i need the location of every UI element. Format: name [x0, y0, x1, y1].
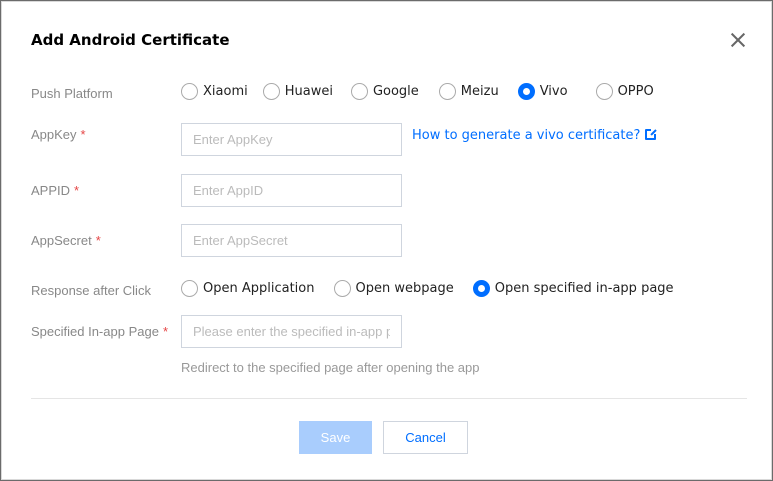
radio-open-application[interactable]: Open Application — [181, 280, 315, 297]
radio-label: Meizu — [460, 84, 499, 99]
radio-circle-icon — [262, 83, 280, 100]
appsecret-label-text: AppSecret — [31, 233, 92, 248]
radio-checked-icon — [472, 280, 490, 297]
response-after-click-label: Response after Click — [31, 283, 151, 298]
radio-open-specified-in-app-page[interactable]: Open specified in-app page — [472, 280, 674, 297]
radio-label: Open specified in-app page — [494, 281, 674, 296]
appsecret-label: AppSecret * — [31, 233, 101, 248]
radio-label: Google — [372, 84, 419, 99]
radio-xiaomi[interactable]: Xiaomi — [181, 83, 248, 100]
in-app-page-hint: Redirect to the specified page after ope… — [181, 360, 480, 375]
radio-circle-icon — [595, 83, 613, 100]
radio-google[interactable]: Google — [350, 83, 419, 100]
dialog-title: Add Android Certificate — [31, 31, 230, 49]
radio-open-webpage[interactable]: Open webpage — [333, 280, 454, 297]
radio-label: Vivo — [539, 84, 568, 99]
radio-circle-icon — [333, 280, 351, 297]
response-radio-group: Open Application Open webpage Open speci… — [181, 280, 688, 297]
vivo-certificate-help-link[interactable]: How to generate a vivo certificate? — [412, 128, 658, 143]
help-link-text: How to generate a vivo certificate? — [412, 128, 641, 143]
in-app-page-label: Specified In-app Page * — [31, 324, 168, 339]
required-mark: * — [95, 233, 101, 248]
radio-label: Xiaomi — [203, 84, 248, 99]
in-app-page-input[interactable] — [181, 315, 402, 348]
radio-circle-icon — [350, 83, 368, 100]
appkey-label-text: AppKey — [31, 127, 77, 142]
appsecret-input[interactable] — [181, 224, 402, 257]
radio-label: OPPO — [617, 84, 654, 99]
close-icon[interactable] — [728, 30, 748, 50]
footer-divider — [31, 398, 747, 399]
external-link-icon — [645, 128, 658, 140]
radio-huawei[interactable]: Huawei — [262, 83, 333, 100]
appid-label-text: APPID — [31, 183, 71, 198]
appkey-input[interactable] — [181, 123, 402, 156]
radio-circle-icon — [181, 83, 198, 100]
radio-circle-icon — [438, 83, 456, 100]
radio-oppo[interactable]: OPPO — [595, 83, 654, 100]
radio-label: Open webpage — [355, 281, 454, 296]
push-platform-label: Push Platform — [31, 86, 113, 101]
cancel-button[interactable]: Cancel — [383, 421, 468, 454]
radio-circle-icon — [181, 280, 198, 297]
appkey-label: AppKey * — [31, 127, 86, 142]
radio-checked-icon — [517, 83, 535, 100]
in-app-page-label-text: Specified In-app Page — [31, 324, 159, 339]
radio-label: Open Application — [203, 281, 315, 296]
radio-meizu[interactable]: Meizu — [438, 83, 499, 100]
appid-input[interactable] — [181, 174, 402, 207]
push-platform-radio-group: Xiaomi Huawei Google Meizu Vivo OPPO — [181, 83, 668, 100]
save-button[interactable]: Save — [299, 421, 372, 454]
add-certificate-dialog: Add Android Certificate Push Platform Xi… — [1, 1, 772, 480]
radio-label: Huawei — [284, 84, 333, 99]
radio-vivo[interactable]: Vivo — [517, 83, 568, 100]
required-mark: * — [162, 324, 168, 339]
required-mark: * — [80, 127, 86, 142]
appid-label: APPID * — [31, 183, 79, 198]
required-mark: * — [74, 183, 80, 198]
